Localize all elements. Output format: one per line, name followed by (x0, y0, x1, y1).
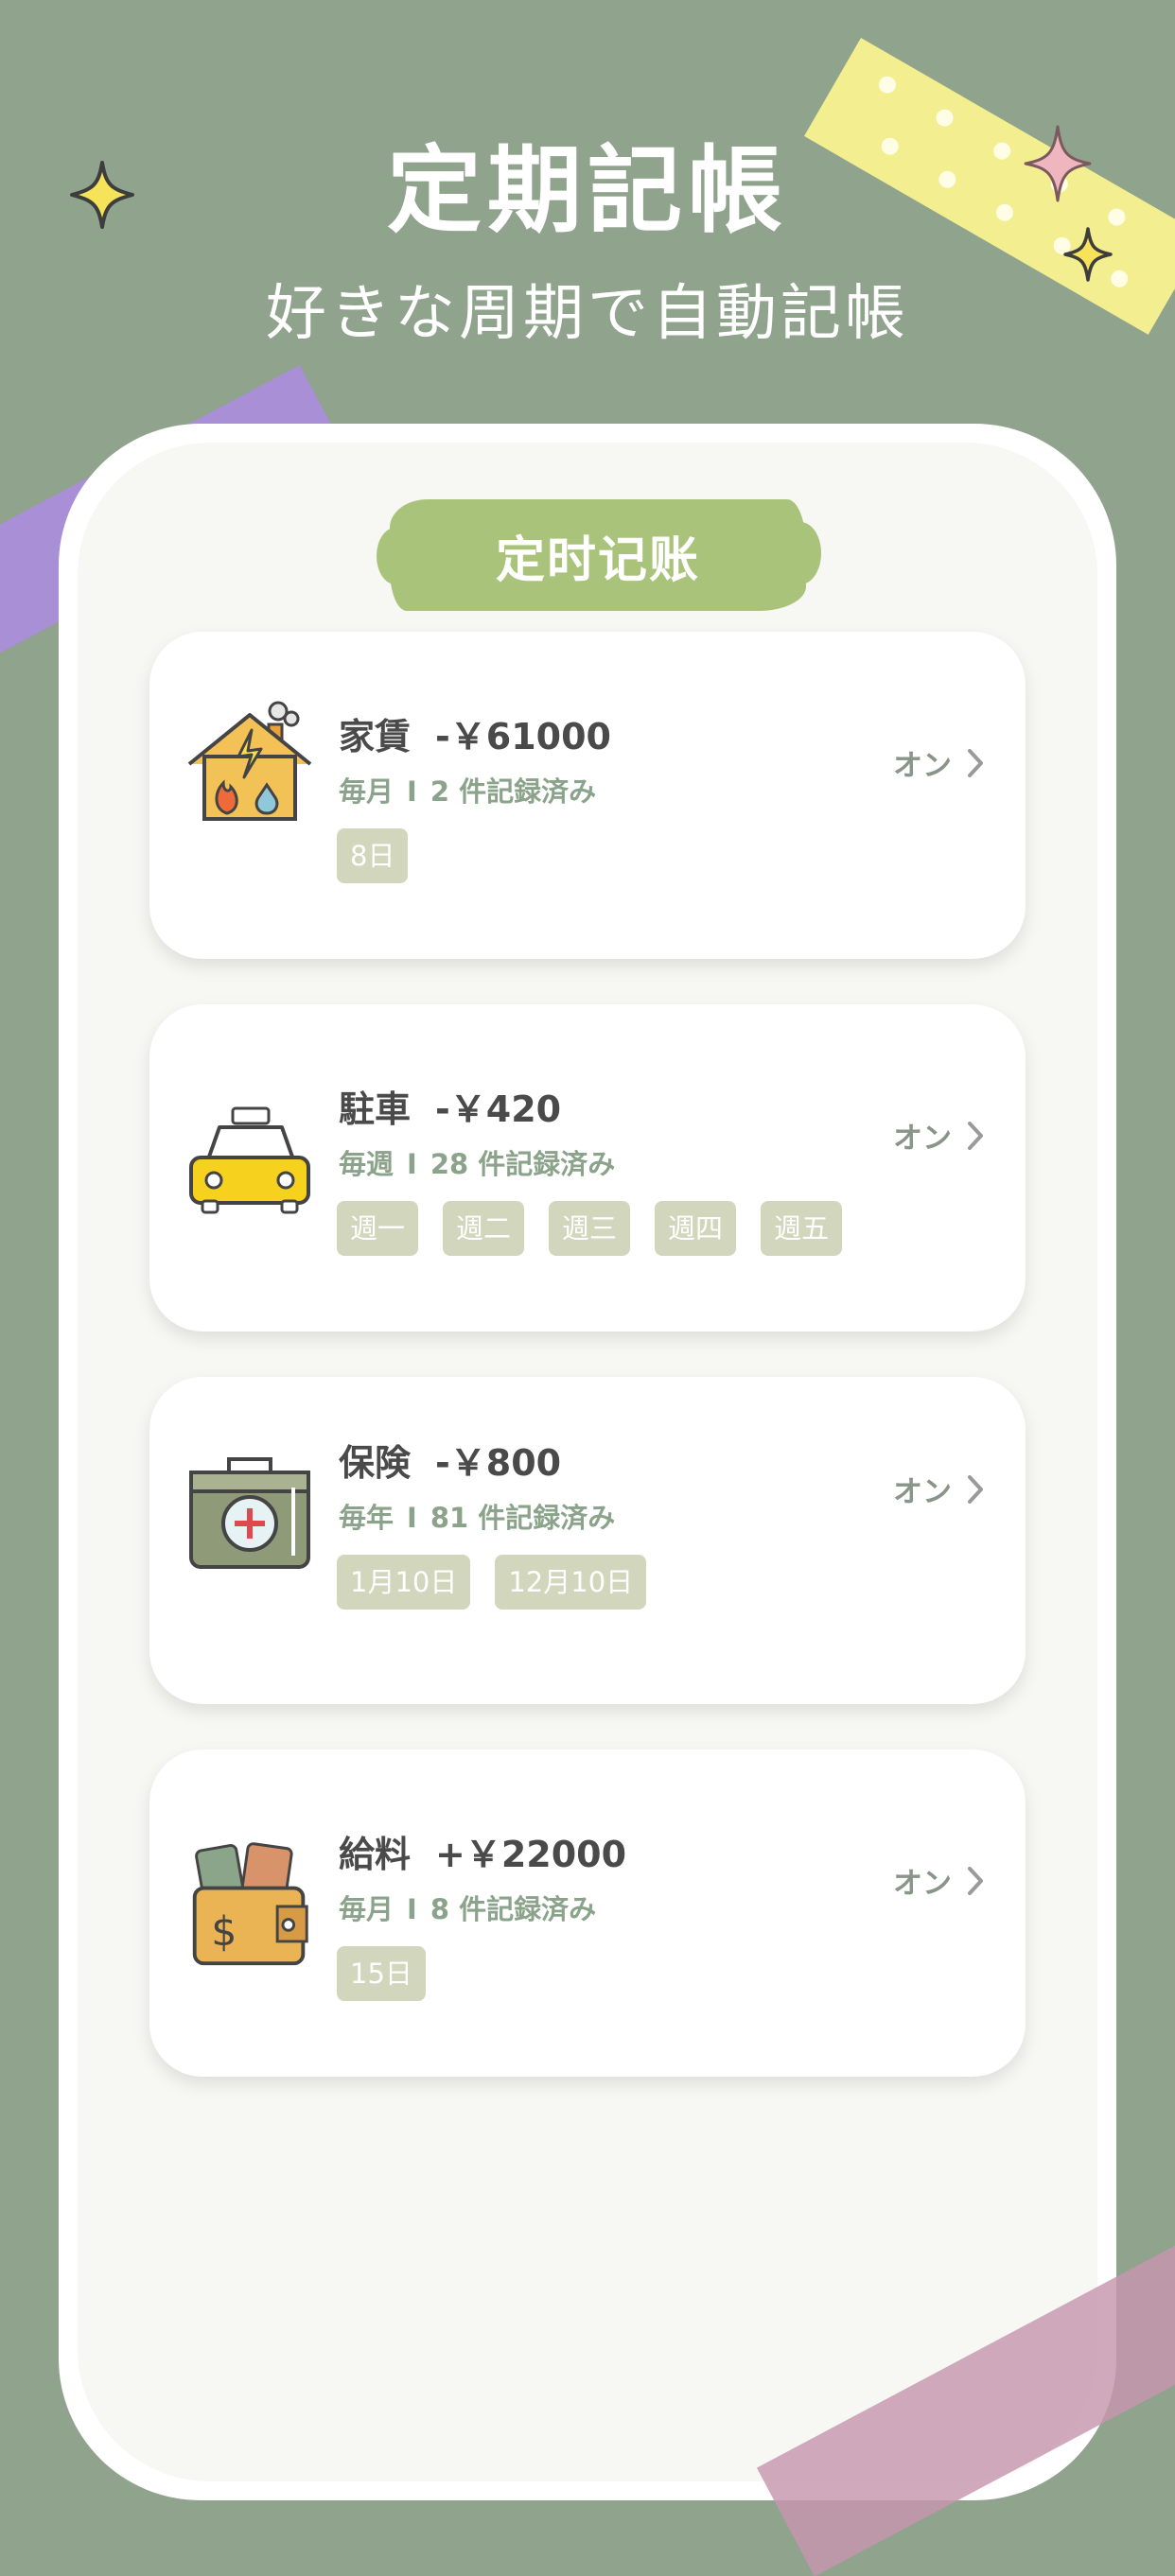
wallet-icon: $ (192, 1842, 308, 1966)
entry-recorded-count: 81 件記録済み (430, 1502, 616, 1534)
schedule-chips: 15日 (337, 1946, 426, 2001)
schedule-chip: 12月10日 (495, 1555, 647, 1610)
status-label: オン (893, 1122, 952, 1156)
entry-subtitle: 毎年 I 81 件記録済み (339, 1496, 615, 1536)
phone-frame: 定时记账 家賃 -￥61000 毎月 I 2 件記録済み 8日 オン 駐車 -￥… (59, 424, 1116, 2500)
entry-amount: -￥420 (435, 1088, 562, 1130)
entry-recorded-count: 28 件記録済み (430, 1148, 616, 1180)
screen-title-banner: 定时记账 (377, 499, 821, 611)
recurring-entry-card[interactable]: 保険 -￥800 毎年 I 81 件記録済み 1月10日 12月10日 オン (149, 1377, 1026, 1704)
entry-frequency: 毎年 (339, 1502, 395, 1534)
status-label: オン (893, 749, 952, 783)
chevron-right-icon (968, 1474, 983, 1504)
entry-status[interactable]: オン (893, 1468, 984, 1510)
entry-recorded-count: 8 件記録済み (430, 1893, 597, 1925)
entry-amount: -￥800 (435, 1442, 562, 1484)
entry-amount: -￥61000 (435, 716, 611, 757)
subheadline: 好きな周期で自動記帳 (266, 279, 909, 349)
entry-title: 給料 +￥22000 (339, 1825, 626, 1877)
entry-recorded-count: 2 件記録済み (430, 775, 597, 808)
chevron-right-icon (968, 1121, 983, 1150)
schedule-chip: 週四 (655, 1201, 737, 1256)
first-aid-kit-icon (189, 1457, 310, 1569)
schedule-chips: 8日 (337, 828, 409, 883)
phone-screen: 定时记账 家賃 -￥61000 毎月 I 2 件記録済み 8日 オン 駐車 -￥… (78, 443, 1097, 2481)
chevron-right-icon (968, 1866, 983, 1895)
schedule-chips: 週一 週二 週三 週四 週五 (337, 1201, 843, 1256)
entry-name: 駐車 (339, 1088, 412, 1130)
schedule-chip: 週三 (549, 1201, 631, 1256)
entry-status[interactable]: オン (893, 1114, 984, 1157)
status-label: オン (893, 1475, 952, 1509)
schedule-chip: 週一 (337, 1201, 419, 1256)
schedule-chip: 1月10日 (337, 1555, 471, 1610)
entry-title: 駐車 -￥420 (339, 1080, 561, 1132)
recurring-entry-card[interactable]: $ 給料 +￥22000 毎月 I 8 件記録済み 15日 オン (149, 1749, 1026, 2077)
status-label: オン (893, 1867, 952, 1901)
schedule-chip: 週二 (443, 1201, 525, 1256)
entry-frequency: 毎週 (339, 1148, 395, 1180)
entry-title: 家賃 -￥61000 (339, 707, 611, 759)
entry-title: 保険 -￥800 (339, 1434, 561, 1486)
schedule-chip: 15日 (337, 1946, 426, 2001)
svg-text:$: $ (211, 1908, 237, 1956)
house-utilities-icon (187, 701, 312, 821)
entry-separator: I (407, 1148, 417, 1180)
schedule-chip: 週五 (761, 1201, 843, 1256)
entry-separator: I (407, 1502, 417, 1534)
entry-name: 保険 (339, 1442, 412, 1484)
schedule-chip: 8日 (337, 828, 409, 883)
entry-name: 給料 (339, 1834, 412, 1875)
entry-name: 家賃 (339, 716, 412, 757)
schedule-chips: 1月10日 12月10日 (337, 1555, 647, 1610)
entry-separator: I (407, 775, 417, 808)
entry-status[interactable]: オン (893, 741, 984, 784)
entry-subtitle: 毎月 I 8 件記録済み (339, 1888, 596, 1927)
entry-subtitle: 毎週 I 28 件記録済み (339, 1142, 615, 1182)
headline: 定期記帳 (387, 135, 788, 246)
screen-title: 定时记账 (495, 531, 700, 589)
chevron-right-icon (968, 748, 983, 777)
recurring-entry-card[interactable]: 家賃 -￥61000 毎月 I 2 件記録済み 8日 オン (149, 632, 1026, 959)
entry-status[interactable]: オン (893, 1859, 984, 1902)
entry-frequency: 毎月 (339, 1893, 395, 1925)
entry-separator: I (407, 1893, 417, 1925)
recurring-entry-card[interactable]: 駐車 -￥420 毎週 I 28 件記録済み 週一 週二 週三 週四 週五 オン (149, 1004, 1026, 1332)
taxi-icon (189, 1106, 310, 1214)
entry-subtitle: 毎月 I 2 件記録済み (339, 770, 596, 809)
entry-frequency: 毎月 (339, 775, 395, 808)
entry-amount: +￥22000 (435, 1834, 627, 1875)
